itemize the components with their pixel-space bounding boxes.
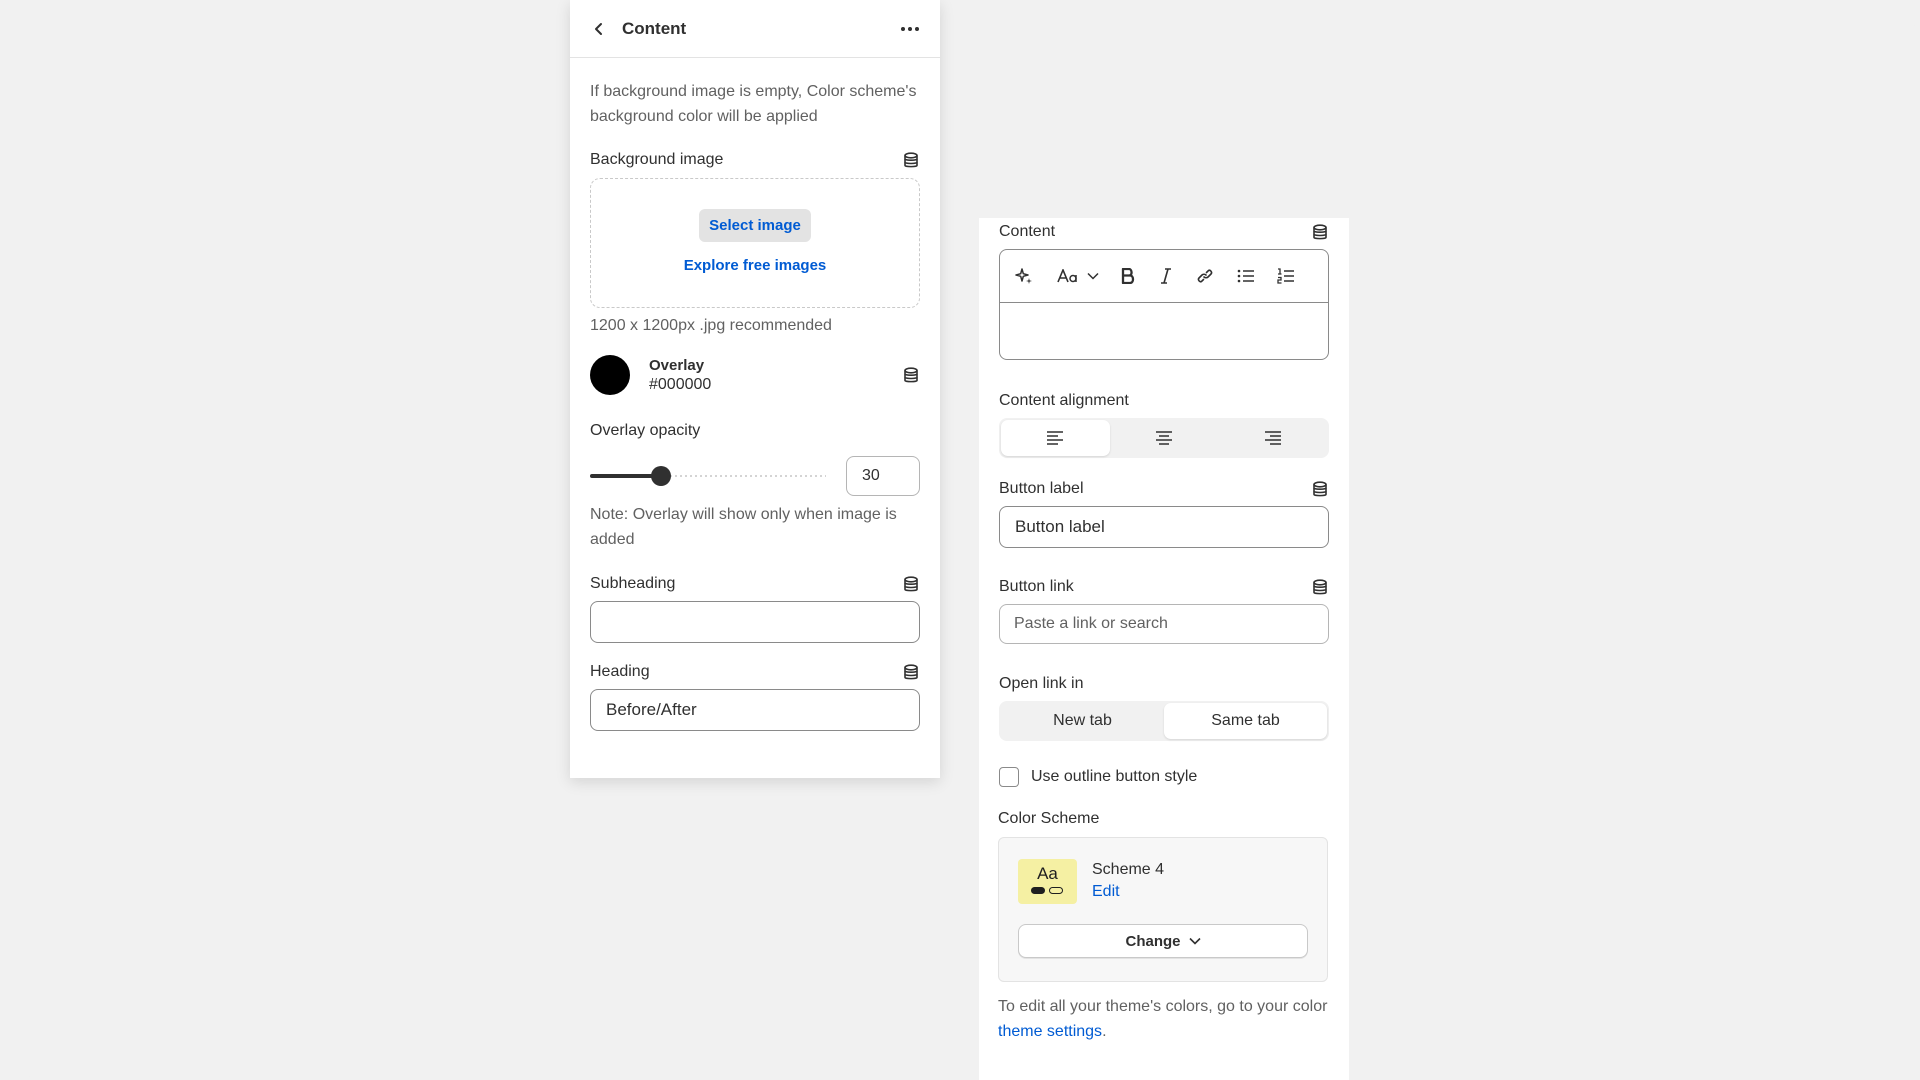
subheading-input[interactable] [590,601,920,643]
theme-settings-hint-text: To edit all your theme's colors, go to y… [998,998,1328,1015]
button-label-row: Button label [999,480,1329,498]
overlay-text: Overlay #000000 [649,356,902,395]
link-icon[interactable] [1196,262,1214,290]
align-center-option[interactable] [1110,420,1219,456]
button-label-label: Button label [999,480,1084,497]
color-scheme-label: Color Scheme [998,810,1100,827]
image-dropzone[interactable]: Select image Explore free images [590,178,920,308]
bullet-list-icon[interactable] [1237,262,1255,290]
overlay-opacity-control: 30 [590,456,920,496]
change-scheme-button[interactable]: Change [1018,924,1308,958]
align-left-option[interactable] [1001,420,1110,456]
color-scheme-card: Aa Scheme 4 Edit Change [998,837,1328,982]
scheme-preview-solid-button [1031,887,1045,894]
dynamic-source-icon[interactable] [1311,480,1329,498]
overlay-opacity-input[interactable]: 30 [846,456,920,496]
subheading-label-row: Subheading [590,575,920,593]
change-scheme-label: Change [1125,932,1181,950]
subheading-label: Subheading [590,575,676,592]
content-alignment-label: Content alignment [999,392,1129,409]
bold-icon[interactable] [1121,262,1135,290]
editor-canvas: Content If background image is empty, Co… [0,0,1920,1080]
dynamic-source-icon[interactable] [1311,223,1329,241]
outline-style-label[interactable]: Use outline button style [1031,768,1197,786]
dynamic-source-icon[interactable] [902,663,920,681]
outline-style-checkbox[interactable] [999,767,1019,787]
rich-text-editor [999,249,1329,360]
text-style-icon[interactable] [1057,262,1079,290]
scheme-preview-text: Aa [1037,864,1058,883]
overlay-opacity-label: Overlay opacity [590,422,701,439]
image-size-hint: 1200 x 1200px .jpg recommended [590,317,832,334]
button-link-row: Button link [999,578,1329,596]
back-chevron-icon[interactable] [588,18,610,40]
content-label: Content [999,223,1056,240]
new-tab-option[interactable]: New tab [1001,703,1164,739]
theme-settings-hint: To edit all your theme's colors, go to y… [998,994,1329,1044]
numbered-list-icon[interactable] [1277,262,1295,290]
same-tab-option[interactable]: Same tab [1164,703,1327,739]
rich-text-toolbar [1000,250,1328,303]
chevron-down-icon[interactable] [1087,262,1099,290]
scheme-info: Scheme 4 Edit [1092,860,1164,904]
dynamic-source-icon[interactable] [902,151,920,169]
color-scheme-summary: Aa Scheme 4 Edit [1018,859,1308,904]
panel-header: Content [570,0,940,58]
heading-label: Heading [590,663,650,680]
overlay-note: Note: Overlay will show only when image … [590,506,897,548]
ai-sparkle-icon[interactable] [1014,262,1034,290]
overlay-color-swatch[interactable] [590,355,630,395]
open-link-in-control: New tab Same tab [999,701,1329,741]
content-label-row: Content [999,223,1329,241]
scheme-preview-outline-button [1049,887,1063,894]
button-link-label: Button link [999,578,1074,595]
chevron-down-icon [1188,937,1201,945]
button-label-input[interactable]: Button label [999,506,1329,548]
background-info-text: If background image is empty, Color sche… [590,83,917,125]
open-link-in-label: Open link in [999,675,1084,692]
theme-settings-hint-end: . [1102,1023,1107,1040]
dynamic-source-icon[interactable] [1311,578,1329,596]
overlay-label: Overlay [649,356,705,374]
explore-free-images-link[interactable]: Explore free images [684,257,827,274]
align-right-option[interactable] [1218,420,1327,456]
dynamic-source-icon[interactable] [902,366,920,384]
button-link-input[interactable]: Paste a link or search [999,604,1329,644]
scheme-preview-swatch: Aa [1018,859,1077,904]
overlay-color-row: Overlay #000000 [590,355,920,395]
background-image-label: Background image [590,151,724,168]
heading-label-row: Heading [590,663,920,681]
select-image-button[interactable]: Select image [699,209,811,242]
slider-thumb[interactable] [651,466,671,486]
more-options-icon[interactable] [898,18,922,40]
overlay-hex-value: #000000 [649,375,712,393]
heading-input[interactable]: Before/After [590,689,920,731]
panel-title: Content [622,18,687,38]
dynamic-source-icon[interactable] [902,575,920,593]
content-alignment-control [999,418,1329,458]
overlay-opacity-slider[interactable] [590,464,826,488]
background-image-label-row: Background image [590,151,920,169]
outline-style-row: Use outline button style [999,767,1329,787]
content-settings-panel: Content If background image is empty, Co… [570,0,940,778]
italic-icon[interactable] [1160,262,1172,290]
theme-settings-link[interactable]: theme settings [998,1023,1102,1040]
scheme-name: Scheme 4 [1092,860,1165,878]
button-settings-panel: Content Content alignment Button label B… [979,218,1349,1080]
scheme-edit-link[interactable]: Edit [1092,880,1164,904]
